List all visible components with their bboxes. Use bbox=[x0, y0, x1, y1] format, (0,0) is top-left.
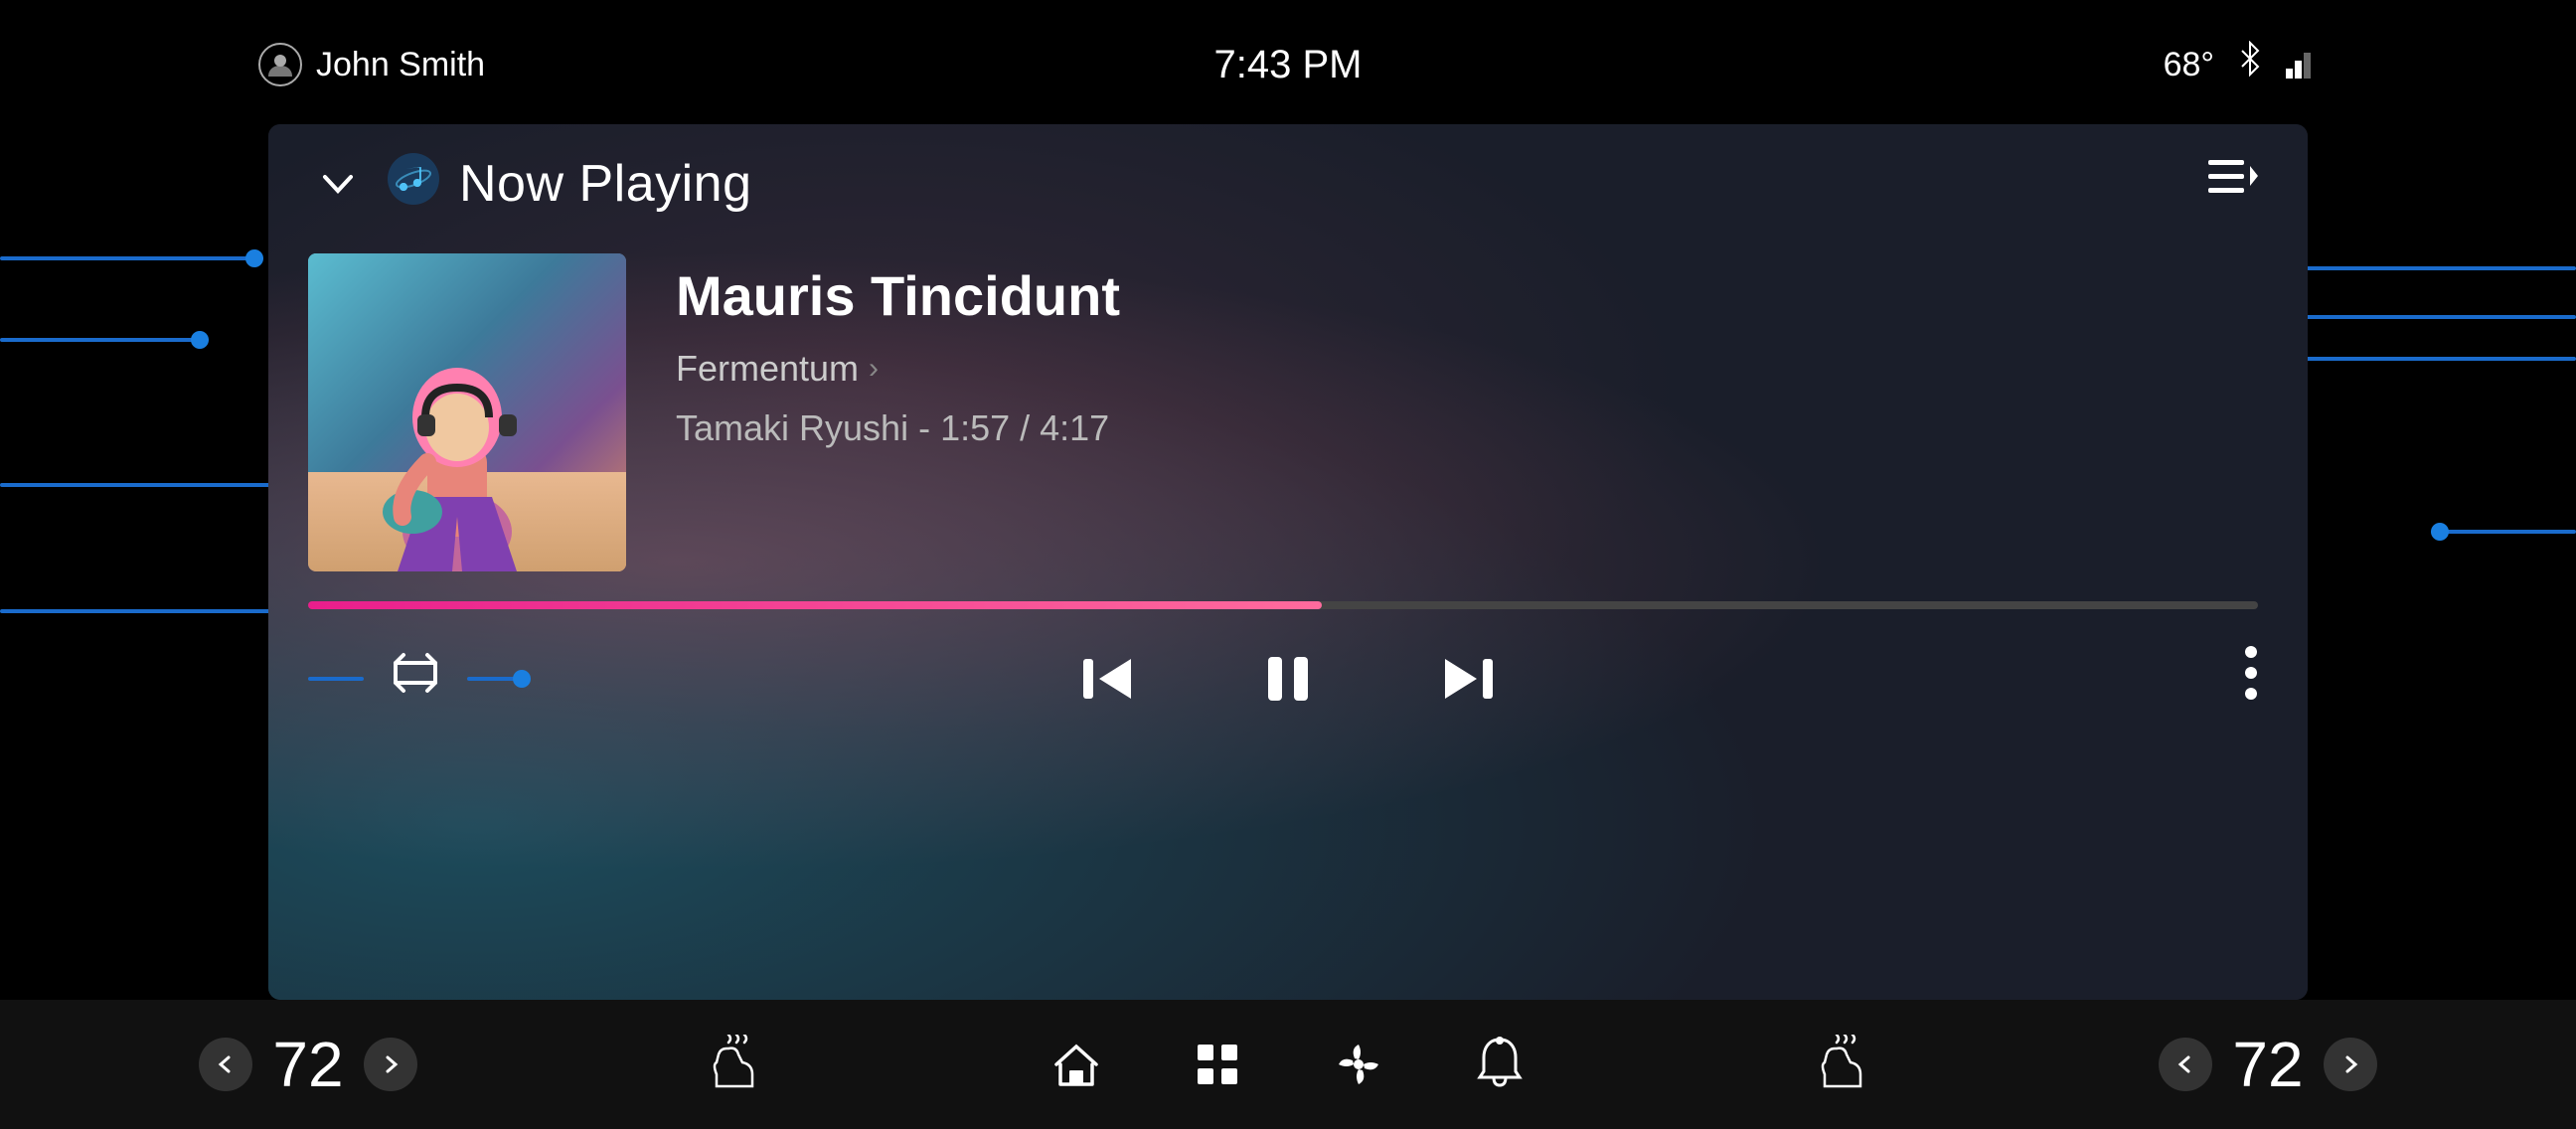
player-body: Mauris Tincidunt Fermentum › Tamaki Ryus… bbox=[268, 234, 2308, 591]
queue-icon[interactable] bbox=[2208, 156, 2258, 213]
left-temp-increase-button[interactable] bbox=[364, 1038, 417, 1091]
right-temperature-value: 72 bbox=[2228, 1028, 2308, 1101]
notification-button[interactable] bbox=[1474, 1036, 1526, 1093]
user-profile[interactable]: John Smith bbox=[258, 43, 485, 86]
bluetooth-icon bbox=[2236, 41, 2264, 89]
bottom-bar: 72 bbox=[0, 1000, 2576, 1129]
fan-button[interactable] bbox=[1333, 1039, 1384, 1090]
track-title: Mauris Tincidunt bbox=[676, 263, 2258, 328]
left-slider-2 bbox=[0, 338, 209, 342]
progress-track[interactable] bbox=[308, 601, 2258, 609]
header-left: Now Playing bbox=[308, 153, 752, 216]
username-label: John Smith bbox=[316, 46, 485, 84]
music-note-icon bbox=[388, 153, 439, 216]
left-slider-1 bbox=[0, 256, 263, 260]
more-options-button[interactable] bbox=[2244, 644, 2258, 714]
track-album[interactable]: Fermentum › bbox=[676, 348, 2258, 390]
pause-button[interactable] bbox=[1248, 639, 1328, 719]
now-playing-title: Now Playing bbox=[459, 154, 752, 214]
left-slider-3 bbox=[0, 483, 293, 487]
previous-button[interactable] bbox=[1069, 639, 1149, 719]
right-temp-increase-button[interactable] bbox=[2324, 1038, 2377, 1091]
left-slider-4 bbox=[0, 609, 293, 613]
track-artist-time: Tamaki Ryushi - 1:57 / 4:17 bbox=[676, 407, 2258, 449]
user-avatar-icon bbox=[258, 43, 302, 86]
album-art bbox=[308, 253, 626, 571]
right-temp-decrease-button[interactable] bbox=[2159, 1038, 2212, 1091]
controls-center bbox=[1069, 639, 1507, 719]
repeat-button[interactable] bbox=[368, 635, 463, 723]
signal-icon bbox=[2286, 41, 2318, 89]
status-indicators: 68° bbox=[2164, 41, 2318, 89]
right-temp-control: 72 bbox=[2159, 1028, 2377, 1101]
left-seat-heat-icon[interactable] bbox=[709, 1035, 760, 1094]
right-slider-4 bbox=[2431, 530, 2576, 534]
next-button[interactable] bbox=[1427, 639, 1507, 719]
temperature-label: 68° bbox=[2164, 46, 2214, 84]
left-temperature-value: 72 bbox=[268, 1028, 348, 1101]
player-panel: Now Playing bbox=[268, 124, 2308, 1000]
right-seat-heat-icon[interactable] bbox=[1817, 1035, 1868, 1094]
dropdown-button[interactable] bbox=[308, 154, 368, 214]
controls-left bbox=[308, 635, 523, 723]
progress-section[interactable] bbox=[268, 601, 2308, 609]
progress-fill bbox=[308, 601, 1322, 609]
player-header: Now Playing bbox=[268, 124, 2308, 234]
clock: 7:43 PM bbox=[1214, 43, 1363, 87]
player-controls bbox=[268, 609, 2308, 748]
left-temp-decrease-button[interactable] bbox=[199, 1038, 252, 1091]
album-chevron-icon: › bbox=[869, 352, 879, 386]
track-info: Mauris Tincidunt Fermentum › Tamaki Ryus… bbox=[676, 253, 2258, 449]
home-button[interactable] bbox=[1050, 1039, 1102, 1090]
status-bar: John Smith 7:43 PM 68° bbox=[0, 0, 2576, 129]
album-art-inner bbox=[308, 253, 626, 571]
nav-icons bbox=[1050, 1036, 1526, 1093]
apps-button[interactable] bbox=[1192, 1039, 1243, 1090]
left-temp-control: 72 bbox=[199, 1028, 417, 1101]
